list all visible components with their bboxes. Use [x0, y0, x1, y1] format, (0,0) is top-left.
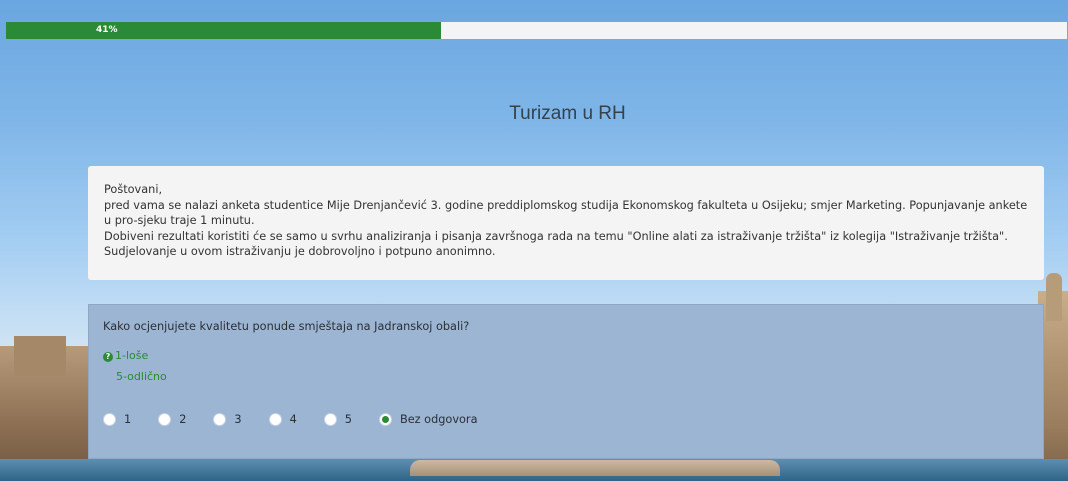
- question-hint: ? 1-loše 5-odlično: [103, 345, 1031, 387]
- option-2[interactable]: 2: [158, 413, 186, 426]
- intro-anonymity: Sudjelovanje u ovom istraživanju je dobr…: [104, 245, 496, 258]
- radio-2[interactable]: [158, 413, 172, 426]
- harbor-pier: [410, 460, 780, 476]
- option-1[interactable]: 1: [103, 413, 131, 426]
- option-5[interactable]: 5: [323, 413, 352, 426]
- question-panel: Kako ocjenjujete kvalitetu ponude smješt…: [88, 304, 1044, 459]
- option-label-5: 5: [344, 413, 352, 426]
- hint-scale-low: 1-loše: [115, 349, 149, 362]
- radio-3[interactable]: [213, 413, 227, 426]
- question-circle-icon: ?: [103, 352, 113, 362]
- option-label-1: 1: [124, 413, 132, 426]
- intro-description: pred vama se nalazi anketa studentice Mi…: [104, 198, 1028, 228]
- bell-tower: [1046, 273, 1062, 321]
- option-label-4: 4: [289, 413, 297, 426]
- hint-scale-high: 5-odlično: [116, 370, 167, 383]
- option-label-3: 3: [234, 413, 242, 426]
- survey-title: Turizam u RH: [509, 103, 626, 124]
- radio-1[interactable]: [103, 413, 116, 426]
- intro-purpose: Dobiveni rezultati koristiti će se samo …: [104, 229, 1008, 243]
- radio-no-answer[interactable]: [378, 413, 392, 426]
- harbor-water: [0, 459, 1068, 481]
- option-label-no-answer: Bez odgovora: [399, 413, 478, 426]
- question-text: Kako ocjenjujete kvalitetu ponude smješt…: [103, 320, 470, 333]
- intro-panel: Poštovani, pred vama se nalazi anketa st…: [88, 166, 1044, 280]
- progress-bar: 41%: [6, 22, 1067, 39]
- progress-label: 41%: [96, 25, 118, 35]
- fortress-left: [0, 336, 100, 481]
- survey-page: 41% Turizam u RH Poštovani, pred vama se…: [0, 0, 1068, 481]
- radio-4[interactable]: [268, 413, 282, 426]
- option-label-2: 2: [179, 413, 187, 426]
- progress-fill: 41%: [6, 22, 441, 39]
- answer-options: 1 2 3 4 5 Bez odgovora: [103, 413, 505, 426]
- intro-greeting: Poštovani,: [104, 183, 163, 196]
- option-4[interactable]: 4: [268, 413, 297, 426]
- radio-5[interactable]: [323, 413, 337, 426]
- option-no-answer[interactable]: Bez odgovora: [378, 413, 478, 426]
- option-3[interactable]: 3: [213, 413, 242, 426]
